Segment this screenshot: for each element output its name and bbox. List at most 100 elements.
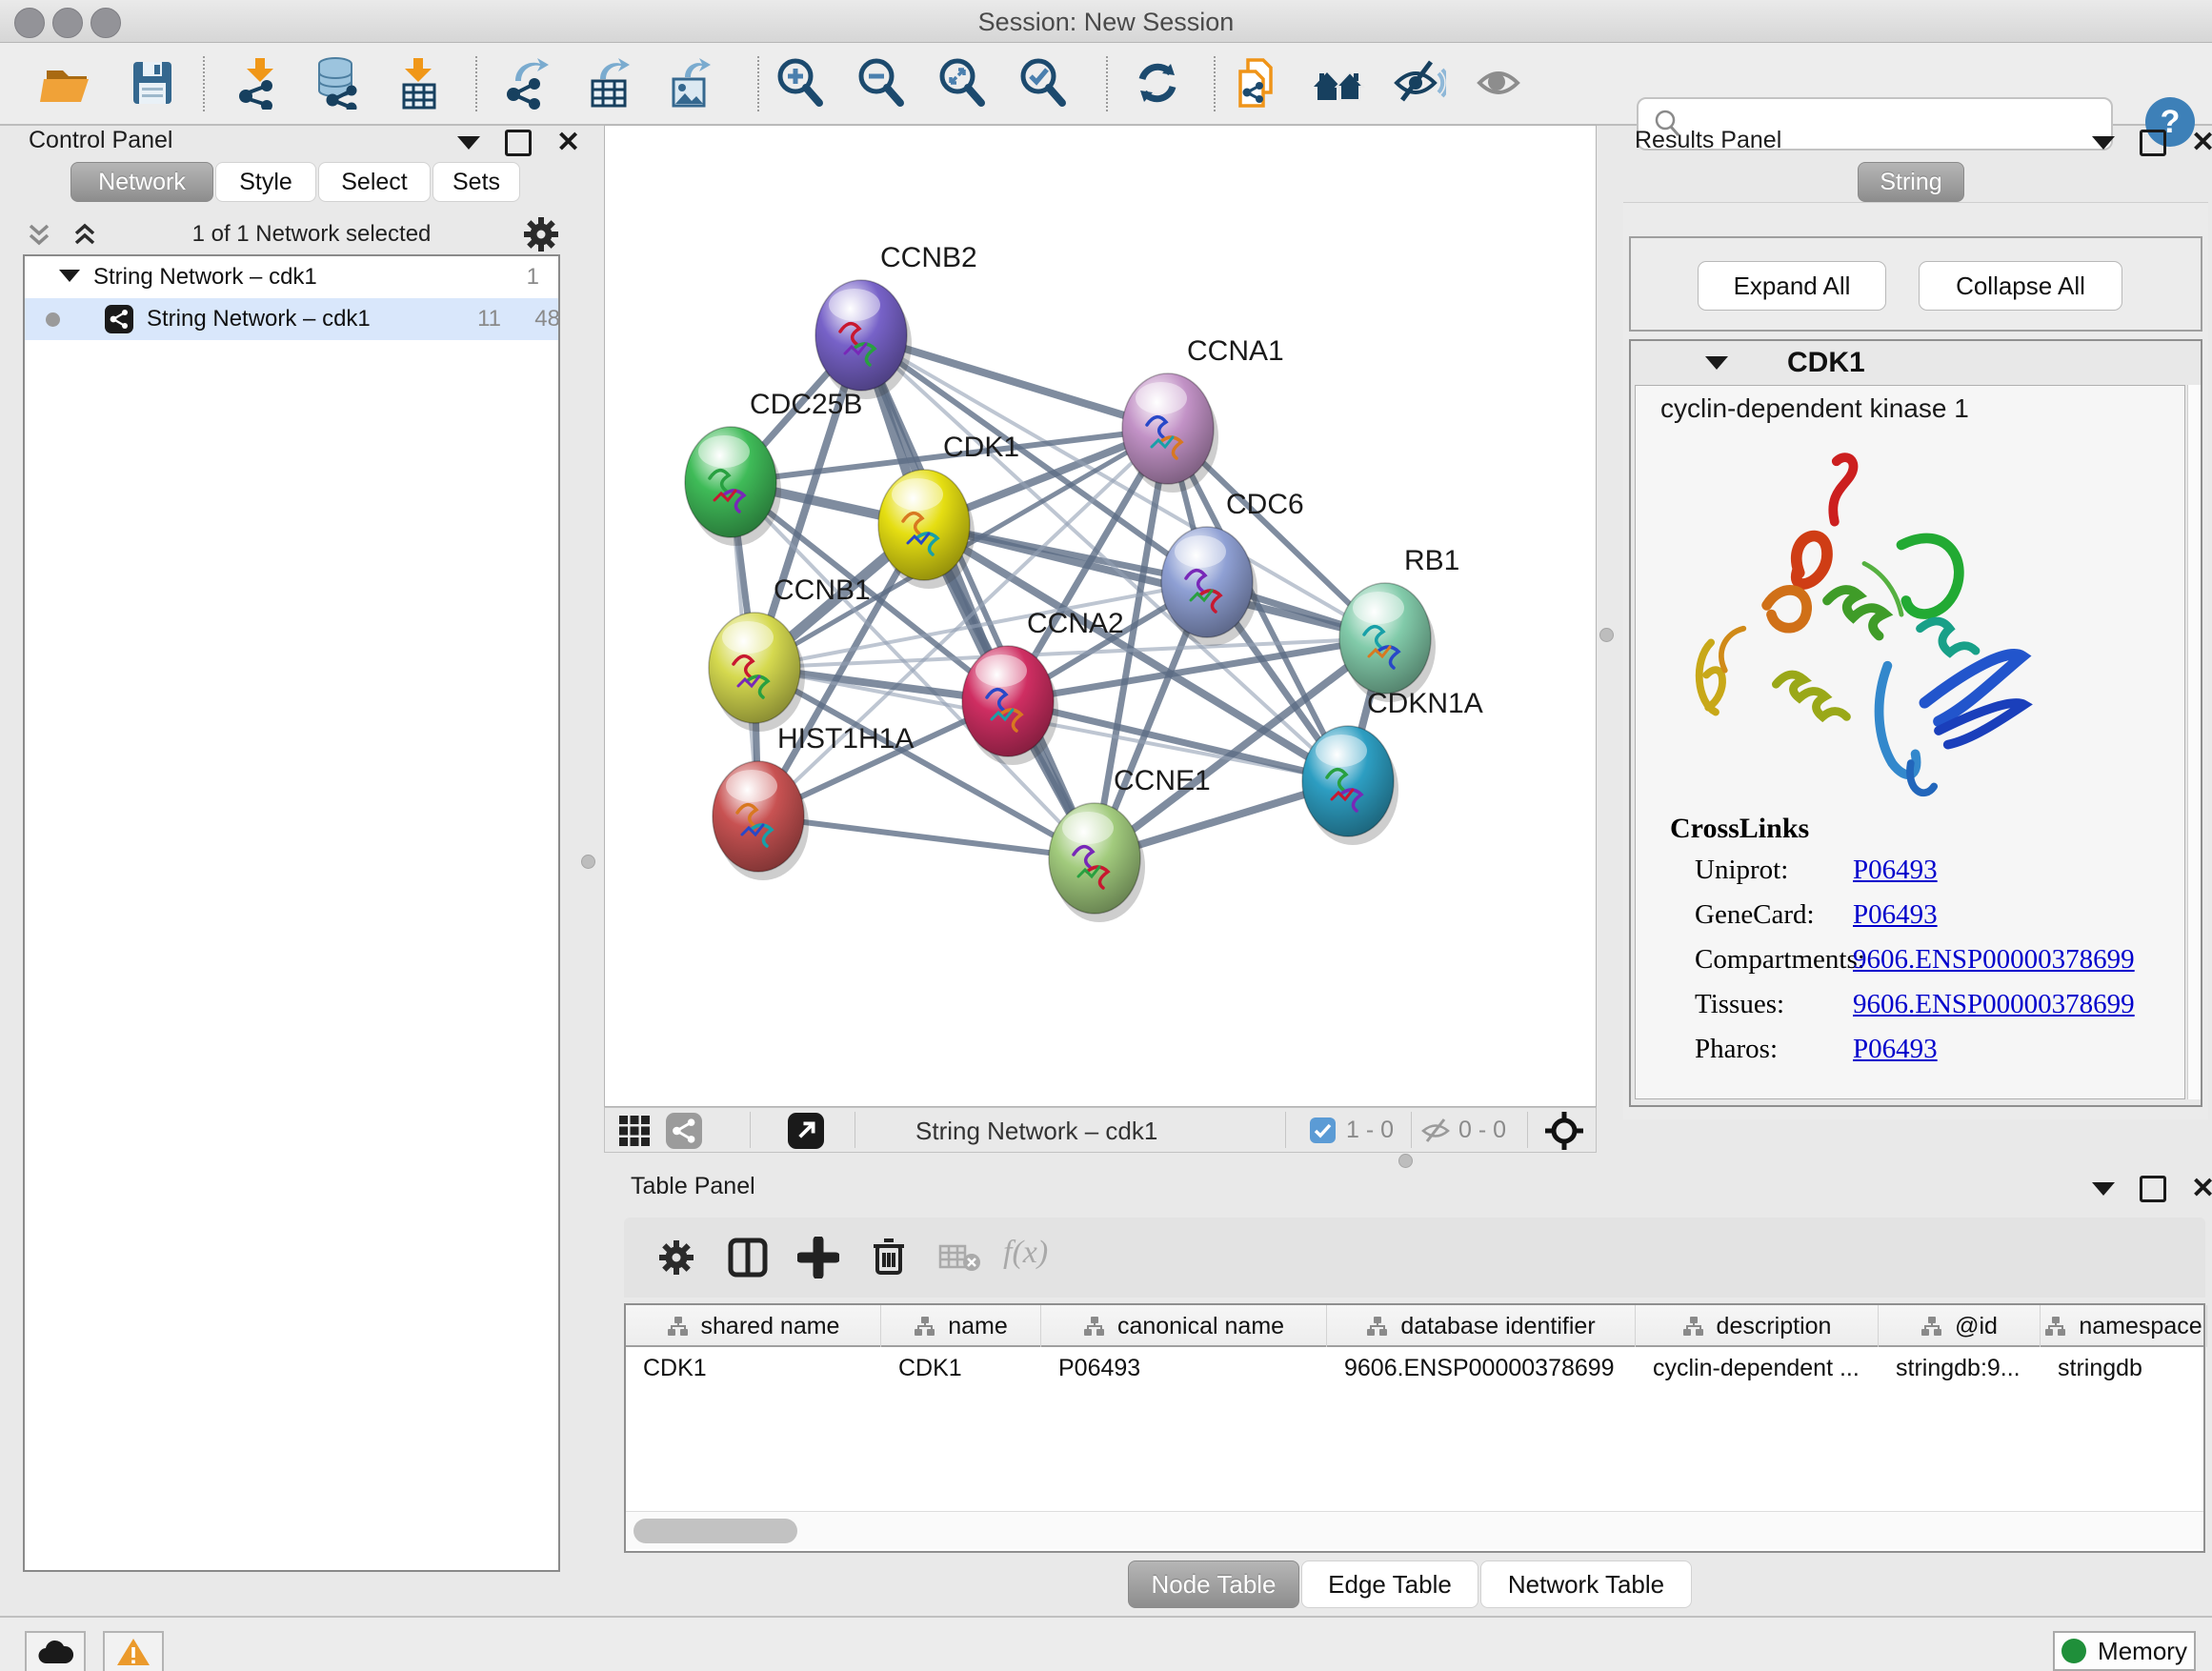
- table-cell[interactable]: P06493: [1041, 1355, 1327, 1389]
- table-hscrollbar[interactable]: [626, 1511, 2203, 1549]
- protein-card-content: cyclin-dependent kinase 1: [1635, 385, 2185, 1099]
- birdseye-grid-icon[interactable]: [618, 1115, 651, 1152]
- warnings-button[interactable]: [103, 1631, 164, 1671]
- hide-selected-icon[interactable]: [1390, 52, 1449, 113]
- results-scrollbar[interactable]: [2187, 385, 2201, 1099]
- main-toolbar: ?: [0, 43, 2212, 126]
- add-column-icon[interactable]: [797, 1237, 839, 1283]
- edge-count: 48: [513, 306, 560, 332]
- right-splitter-handle[interactable]: [1599, 628, 1614, 642]
- tab-network[interactable]: Network: [70, 162, 213, 202]
- memory-button[interactable]: Memory: [2053, 1631, 2196, 1671]
- toolbar-separator: [475, 56, 477, 111]
- network-options-gear-icon[interactable]: [522, 215, 560, 253]
- export-table-icon[interactable]: [580, 52, 639, 113]
- column-header-database-identifier[interactable]: database identifier: [1327, 1305, 1636, 1347]
- crosshair-icon[interactable]: [1544, 1111, 1584, 1156]
- crosslink-link[interactable]: 9606.ENSP00000378699: [1853, 944, 2135, 976]
- collapse-panel-icon[interactable]: [2092, 1182, 2115, 1196]
- collapse-all-button[interactable]: Collapse All: [1919, 261, 2122, 311]
- collapse-panel-icon[interactable]: [457, 136, 480, 150]
- tab-select[interactable]: Select: [318, 162, 431, 202]
- node-CCNB1[interactable]: CCNB1: [709, 574, 871, 732]
- network-collection-row[interactable]: String Network – cdk1 1: [25, 256, 558, 298]
- show-all-icon[interactable]: [1471, 52, 1530, 113]
- node-CCNB2[interactable]: CCNB2: [815, 242, 977, 399]
- table-cell[interactable]: CDK1: [881, 1355, 1041, 1389]
- protein-card-header[interactable]: CDK1: [1631, 341, 2201, 385]
- export-network-icon[interactable]: [499, 52, 558, 113]
- table-cell[interactable]: 9606.ENSP00000378699: [1327, 1355, 1636, 1389]
- crosslink-link[interactable]: 9606.ENSP00000378699: [1853, 989, 2135, 1020]
- open-session-icon[interactable]: [37, 52, 96, 113]
- float-panel-icon[interactable]: [505, 130, 532, 156]
- column-header-shared-name[interactable]: shared name: [626, 1305, 881, 1347]
- column-header-namespace[interactable]: namespace: [2041, 1305, 2207, 1347]
- tab-edge-table[interactable]: Edge Table: [1301, 1560, 1478, 1608]
- zoom-selected-icon[interactable]: [1014, 52, 1073, 113]
- collapse-panel-icon[interactable]: [2092, 136, 2115, 150]
- bottom-splitter-handle[interactable]: [1398, 1154, 1413, 1168]
- table-cell[interactable]: stringdb:9...: [1879, 1355, 2041, 1389]
- tab-style[interactable]: Style: [215, 162, 316, 202]
- export-image-icon[interactable]: [661, 52, 720, 113]
- crosslinks-rows: Uniprot:P06493GeneCard:P06493Compartment…: [1670, 845, 2165, 1069]
- hscrollbar-thumb[interactable]: [633, 1519, 797, 1543]
- show-columns-icon[interactable]: [727, 1237, 769, 1283]
- table-cell[interactable]: cyclin-dependent ...: [1636, 1355, 1879, 1389]
- save-session-icon[interactable]: [123, 52, 182, 113]
- zoom-fit-icon[interactable]: [933, 52, 992, 113]
- network-row-selected[interactable]: String Network – cdk1 11 48: [25, 298, 558, 340]
- close-panel-icon[interactable]: ✕: [2191, 1178, 2212, 1199]
- control-panel-title: Control Panel: [29, 127, 172, 154]
- zoom-in-icon[interactable]: [771, 52, 830, 113]
- zoom-out-icon[interactable]: [852, 52, 911, 113]
- tab-string[interactable]: String: [1858, 162, 1964, 202]
- table-cell[interactable]: CDK1: [626, 1355, 881, 1389]
- node-HIST1H1A[interactable]: HIST1H1A: [713, 723, 914, 880]
- collapse-card-icon[interactable]: [1705, 356, 1728, 370]
- node-CDKN1A[interactable]: CDKN1A: [1302, 688, 1483, 845]
- home-layout-icon[interactable]: [1309, 52, 1368, 113]
- cloud-status-button[interactable]: [25, 1631, 86, 1671]
- selected-checkbox-icon[interactable]: [1310, 1117, 1336, 1148]
- tab-sets[interactable]: Sets: [432, 162, 520, 202]
- clone-network-icon[interactable]: [1228, 52, 1287, 113]
- protein-structure-image: [1683, 433, 2045, 805]
- table-cell[interactable]: stringdb: [2041, 1355, 2207, 1389]
- node-CCNE1[interactable]: CCNE1: [1049, 765, 1211, 922]
- import-network-file-icon[interactable]: [228, 52, 287, 113]
- refresh-view-icon[interactable]: [1128, 52, 1187, 113]
- node-CDC6[interactable]: CDC6: [1161, 489, 1304, 646]
- crosslink-link[interactable]: P06493: [1853, 899, 1938, 931]
- expand-all-icon[interactable]: [69, 218, 101, 251]
- delete-column-icon[interactable]: [868, 1235, 910, 1281]
- column-header-canonical-name[interactable]: canonical name: [1041, 1305, 1327, 1347]
- crosslink-link[interactable]: P06493: [1853, 855, 1938, 886]
- string-view-icon[interactable]: [666, 1113, 702, 1154]
- tab-node-table[interactable]: Node Table: [1128, 1560, 1299, 1608]
- crosslink-link[interactable]: P06493: [1853, 1034, 1938, 1065]
- crosslink-label: Compartments:: [1695, 944, 1865, 976]
- memory-label: Memory: [2098, 1637, 2187, 1666]
- close-panel-icon[interactable]: ✕: [2191, 132, 2212, 153]
- column-header-name[interactable]: name: [881, 1305, 1041, 1347]
- tree-expand-icon[interactable]: [59, 270, 80, 282]
- tab-network-table[interactable]: Network Table: [1480, 1560, 1692, 1608]
- node-CCNA1[interactable]: CCNA1: [1122, 335, 1284, 493]
- left-splitter-handle[interactable]: [581, 855, 595, 869]
- network-canvas[interactable]: CCNB2CCNA1CDC25BCDK1CDC6RB1CCNB1CCNA2CDK…: [604, 125, 1597, 1107]
- import-table-file-icon[interactable]: [390, 52, 449, 113]
- import-network-database-icon[interactable]: [309, 52, 368, 113]
- table-options-gear-icon[interactable]: [657, 1238, 695, 1281]
- close-panel-icon[interactable]: ✕: [556, 132, 580, 153]
- column-header-description[interactable]: description: [1636, 1305, 1879, 1347]
- edge-CCNB2-CCNE1[interactable]: [861, 335, 1095, 858]
- collapse-all-icon[interactable]: [23, 218, 55, 251]
- float-panel-icon[interactable]: [2140, 1176, 2166, 1202]
- node-RB1[interactable]: RB1: [1339, 545, 1459, 702]
- column-header--id[interactable]: @id: [1879, 1305, 2041, 1347]
- export-view-icon[interactable]: [788, 1113, 824, 1154]
- float-panel-icon[interactable]: [2140, 130, 2166, 156]
- expand-all-button[interactable]: Expand All: [1698, 261, 1886, 311]
